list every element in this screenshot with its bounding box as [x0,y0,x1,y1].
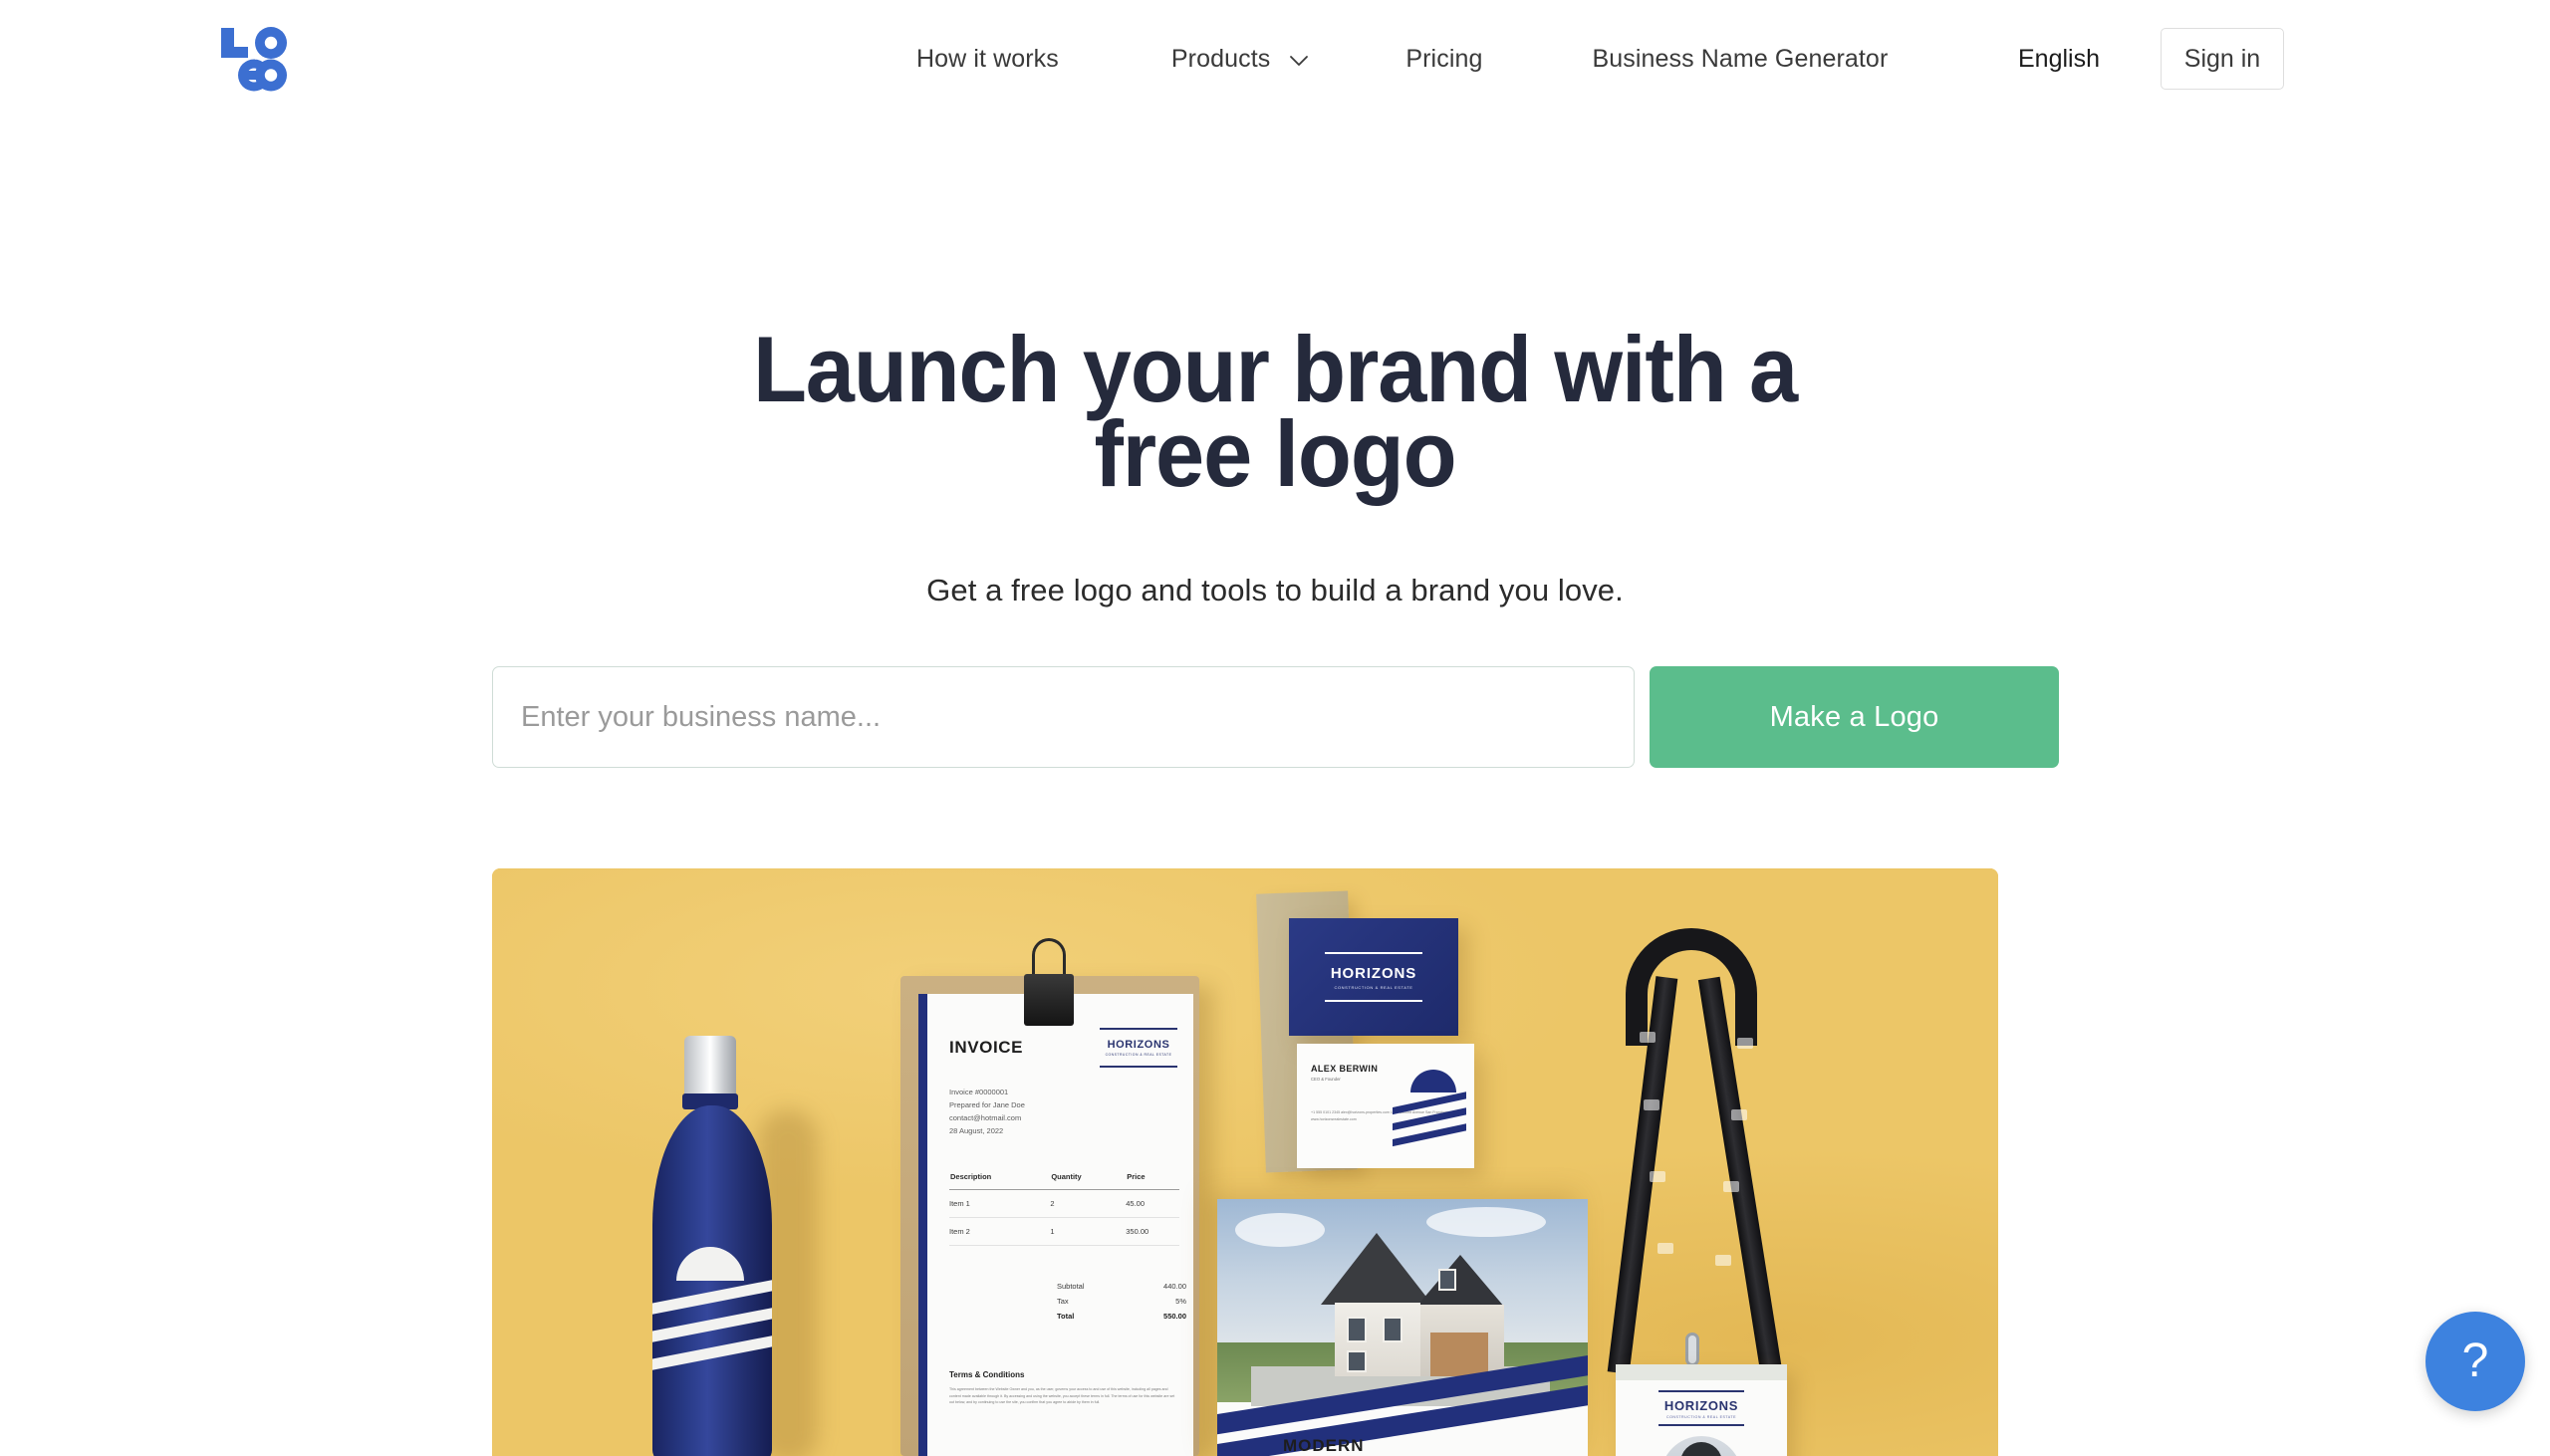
page-title-line-1: Launch your brand with a [752,317,1798,421]
invoice-meta: Invoice #0000001 Prepared for Jane Doe c… [949,1086,1025,1137]
chevron-down-icon [1289,55,1309,67]
business-card-name: ALEX BERWIN [1311,1064,1379,1074]
language-selector[interactable]: English [2018,0,2100,118]
invoice-line-items-table: Description Quantity Price Item 1 2 45.0… [949,1171,1179,1246]
table-row: Item 1 2 45.00 [949,1189,1179,1218]
cell-quantity: 1 [1050,1217,1127,1246]
navy-card-brand-name: HORIZONS [1330,964,1417,982]
mockup-navy-business-card: HORIZONS CONSTRUCTION & REAL ESTATE [1289,918,1458,1036]
invoice-prepared-for: Prepared for Jane Doe [949,1100,1025,1109]
nav-item-how-it-works[interactable]: How it works [916,44,1059,73]
invoice-date: 28 August, 2022 [949,1126,1004,1135]
tax-label: Tax [1057,1297,1069,1306]
make-a-logo-label: Make a Logo [1769,700,1939,733]
house-illustration [1313,1233,1508,1376]
page-title-line-2: free logo [1094,401,1457,506]
table-row: Item 2 1 350.00 [949,1217,1179,1246]
badge-brand-name: HORIZONS [1663,1397,1739,1413]
nav-item-products[interactable]: Products [1170,44,1309,73]
mockup-clipboard-invoice: INVOICE HORIZONS CONSTRUCTION & REAL EST… [900,938,1199,1456]
column-header-quantity: Quantity [1050,1171,1127,1190]
invoice-brand-tagline: CONSTRUCTION & REAL ESTATE [1105,1053,1172,1057]
avatar [1660,1436,1742,1456]
page-subtitle: Get a free logo and tools to build a bra… [926,573,1624,607]
language-label: English [2018,44,2100,73]
column-header-price: Price [1126,1171,1179,1190]
invoice-terms-heading: Terms & Conditions [949,1370,1025,1379]
nav-item-pricing[interactable]: Pricing [1405,44,1483,73]
question-mark-icon: ? [2461,1335,2489,1387]
mockup-water-bottle [646,1036,818,1456]
tax-value: 5% [1175,1297,1186,1306]
invoice-terms-body: This agreement between the Website Owner… [949,1387,1175,1405]
logo-mark-icon [221,27,287,92]
business-name-input[interactable] [492,666,1635,768]
subtotal-value: 440.00 [1163,1282,1186,1291]
sign-in-button[interactable]: Sign in [2161,28,2284,90]
brand-logo[interactable] [219,26,291,92]
hero-branding-mockup-image: INVOICE HORIZONS CONSTRUCTION & REAL EST… [492,868,1998,1456]
binder-clip-icon [1018,938,1080,1030]
nav-label-products: Products [1170,44,1271,73]
invoice-email: contact@hotmail.com [949,1113,1022,1122]
nav-item-business-name-generator[interactable]: Business Name Generator [1592,44,1889,73]
site-header: How it works Products Pricing Business N… [0,0,2550,118]
subtotal-label: Subtotal [1057,1282,1085,1291]
cell-description: Item 1 [949,1189,1051,1218]
cell-price: 350.00 [1126,1217,1179,1246]
badge-brand-tagline: CONSTRUCTION & REAL ESTATE [1665,1414,1737,1419]
mockup-brochure: MODERN [1217,1199,1588,1456]
invoice-brand-name: HORIZONS [1107,1039,1170,1051]
nav-label-how-it-works: How it works [916,44,1059,73]
cell-description: Item 2 [949,1217,1051,1246]
business-card-role: CEO & Founder [1311,1077,1341,1082]
mockup-backdrop: INVOICE HORIZONS CONSTRUCTION & REAL EST… [492,868,1998,1456]
total-label: Total [1057,1312,1075,1321]
mockup-white-business-card: ALEX BERWIN CEO & Founder +1 555 0101 23… [1297,1044,1474,1168]
logo-generator-form: Make a Logo [492,666,2059,768]
invoice-totals: Subtotal 440.00 Tax 5% Total 550.00 [1057,1279,1186,1324]
main-nav: How it works Products Pricing Business N… [916,0,1888,118]
column-header-description: Description [949,1171,1051,1190]
table-header-row: Description Quantity Price [949,1171,1179,1190]
invoice-brand-logo: HORIZONS CONSTRUCTION & REAL ESTATE [1100,1028,1177,1068]
cell-quantity: 2 [1050,1189,1127,1218]
navy-card-brand-tagline: CONSTRUCTION & REAL ESTATE [1334,984,1413,990]
make-a-logo-button[interactable]: Make a Logo [1650,666,2059,768]
sign-in-label: Sign in [2183,44,2261,73]
invoice-title: INVOICE [949,1038,1024,1057]
page-title: Launch your brand with a free logo [77,317,2473,506]
invoice-number: Invoice #0000001 [949,1088,1009,1096]
business-card-sun-mark-icon [1393,1070,1466,1147]
help-button[interactable]: ? [2425,1312,2525,1411]
brochure-caption: MODERN [1283,1436,1365,1455]
nav-label-business-name-generator: Business Name Generator [1592,44,1889,73]
nav-label-pricing: Pricing [1405,44,1483,73]
brand-sun-mark-icon [676,1247,744,1281]
mockup-lanyard-id-badge: HORIZONS CONSTRUCTION & REAL ESTATE [1578,914,1827,1456]
cell-price: 45.00 [1126,1189,1179,1218]
total-value: 550.00 [1163,1312,1186,1321]
